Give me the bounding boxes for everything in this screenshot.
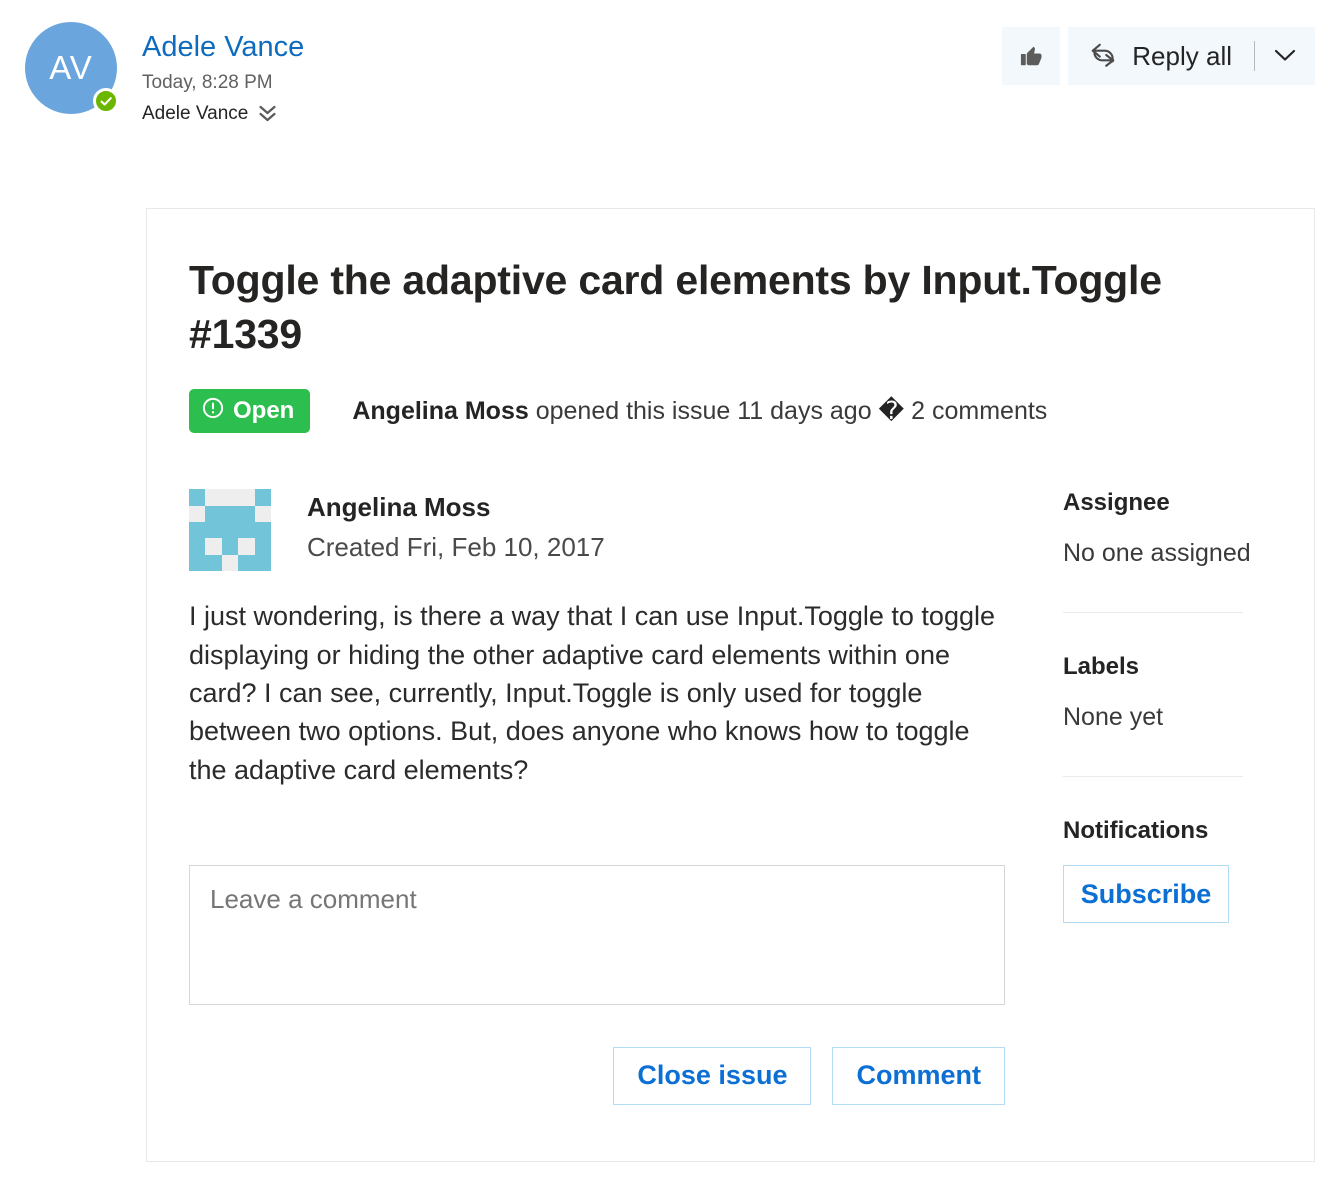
missing-glyph-icon: �: [878, 397, 905, 426]
close-issue-button[interactable]: Close issue: [613, 1046, 812, 1105]
reply-all-label: Reply all: [1132, 40, 1232, 71]
recipient-row[interactable]: Adele Vance: [142, 103, 304, 125]
comment-body: I just wondering, is there a way that I …: [189, 601, 995, 785]
sidebar-divider: [1063, 776, 1243, 778]
comment-button[interactable]: Comment: [832, 1046, 1005, 1105]
sidebar-section-labels: Labels None yet: [1063, 653, 1264, 732]
assignee-title: Assignee: [1063, 489, 1170, 517]
exclamation-circle-icon: [202, 397, 224, 426]
sender-name[interactable]: Adele Vance: [142, 30, 304, 65]
issue-card: Toggle the adaptive card elements by Inp…: [146, 208, 1315, 1162]
issue-meta-row: Open Angelina Moss opened this issue 11 …: [189, 389, 1264, 434]
issue-author[interactable]: Angelina Moss: [352, 397, 528, 425]
commenter-date: Created Fri, Feb 10, 2017: [307, 531, 605, 562]
issue-main-column: Angelina Moss Created Fri, Feb 10, 2017 …: [189, 489, 1007, 1105]
double-chevron-down-icon[interactable]: [259, 104, 276, 123]
comment-header: Angelina Moss Created Fri, Feb 10, 2017: [189, 489, 1007, 572]
reply-all-arrows-icon: [1088, 40, 1118, 73]
chevron-down-icon[interactable]: [1273, 47, 1297, 66]
comment-input-wrapper[interactable]: Leave a comment: [189, 864, 1005, 1005]
status-badge: Open: [189, 389, 311, 434]
header-actions: Reply all: [1002, 27, 1315, 85]
status-badge-label: Open: [233, 397, 295, 425]
reply-all-button[interactable]: Reply all: [1068, 27, 1315, 85]
identicon-avatar: [189, 489, 271, 572]
subscribe-button[interactable]: Subscribe: [1063, 865, 1229, 924]
assignee-value: No one assigned: [1063, 539, 1251, 568]
avatar: AV: [25, 22, 119, 114]
commenter-info: Angelina Moss Created Fri, Feb 10, 2017: [307, 489, 605, 563]
sidebar-section-assignee: Assignee No one assigned: [1063, 489, 1264, 568]
page-title: Toggle the adaptive card elements by Inp…: [189, 257, 1162, 358]
button-separator: [1254, 41, 1255, 71]
recipient-name: Adele Vance: [142, 102, 249, 124]
notifications-title: Notifications: [1063, 817, 1209, 845]
sidebar-section-notifications: Notifications Subscribe: [1063, 817, 1264, 924]
issue-action-text: opened this issue 11 days ago: [528, 397, 879, 426]
labels-value: None yet: [1063, 703, 1164, 732]
available-check-icon: [93, 88, 119, 114]
like-button[interactable]: [1002, 27, 1061, 85]
comment-count: 2 comments: [904, 397, 1048, 426]
sent-timestamp: Today, 8:28 PM: [142, 71, 273, 93]
sidebar-divider: [1063, 612, 1243, 614]
commenter-name[interactable]: Angelina Moss: [307, 491, 605, 524]
labels-title: Labels: [1063, 653, 1140, 681]
issue-meta-text: Angelina Moss opened this issue 11 days …: [352, 396, 1047, 426]
issue-body: Angelina Moss Created Fri, Feb 10, 2017 …: [189, 489, 1264, 1105]
sender-block: Adele Vance Today, 8:28 PM Adele Vance: [142, 30, 304, 125]
thumbs-up-icon: [1018, 41, 1045, 71]
email-header: AV Adele Vance Today, 8:28 PM Adele Vanc…: [0, 0, 1340, 165]
issue-action-row: Close issue Comment: [189, 1046, 1005, 1105]
issue-sidebar: Assignee No one assigned Labels None yet…: [1007, 489, 1264, 1105]
comment-input-placeholder: Leave a comment: [210, 883, 417, 914]
